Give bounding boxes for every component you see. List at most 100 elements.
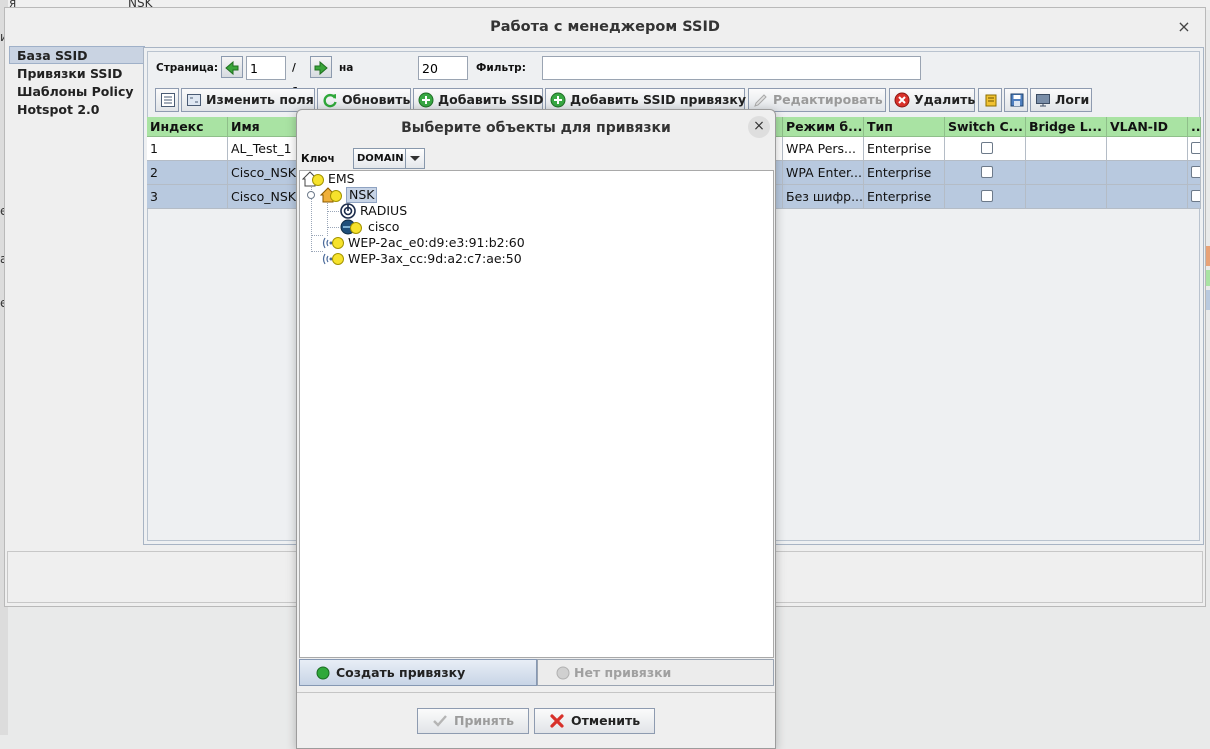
switch-checkbox[interactable]: [980, 166, 993, 178]
prev-page-button[interactable]: [221, 56, 243, 78]
tree-line: [327, 211, 339, 212]
delete-icon: [894, 92, 910, 108]
page-number-input[interactable]: [246, 56, 286, 80]
tree-expander[interactable]: [307, 191, 315, 199]
controller-icon: [340, 219, 362, 235]
per-page-input[interactable]: [418, 56, 468, 80]
tree-label: WEP-3ax_cc:9d:a2:c7:ae:50: [348, 251, 522, 266]
cell-vlan: [1107, 185, 1188, 209]
create-binding-label: Создать привязку: [336, 665, 466, 680]
tree-node-nsk[interactable]: NSK: [320, 187, 520, 203]
column-header-vlan[interactable]: VLAN-ID: [1107, 117, 1188, 137]
cell-type: Enterprise: [864, 137, 945, 161]
next-page-button[interactable]: [310, 56, 332, 78]
cell-more: [1188, 185, 1201, 209]
cell-vlan: [1107, 161, 1188, 185]
delete-button[interactable]: Удалить: [889, 88, 975, 112]
window-close-button[interactable]: ×: [1173, 16, 1195, 38]
column-header-index[interactable]: Индекс: [147, 117, 228, 137]
add-icon: [550, 92, 566, 108]
filter-label: Фильтр:: [476, 62, 526, 74]
more-checkbox[interactable]: [1191, 190, 1200, 202]
cancel-button[interactable]: Отменить: [534, 708, 655, 734]
tree-node-access-point[interactable]: WEP-2ac_e0:d9:e3:91:b2:60: [322, 235, 582, 251]
tree-node-ems[interactable]: EMS: [302, 171, 502, 187]
home-icon: [302, 171, 324, 187]
column-header-switch[interactable]: Switch C...: [945, 117, 1026, 137]
no-binding-label: Нет привязки: [574, 665, 672, 680]
add-ssid-binding-label: Добавить SSID привязку: [570, 92, 747, 107]
access-point-icon: [322, 237, 344, 249]
tree-node-radius[interactable]: RADIUS: [340, 203, 540, 219]
dialog-close-button[interactable]: ×: [748, 116, 770, 138]
cell-switch: [945, 185, 1026, 209]
cell-index: 1: [147, 137, 228, 161]
chevron-down-icon[interactable]: [405, 149, 424, 168]
column-header-type[interactable]: Тип: [864, 117, 945, 137]
cell-bridge: [1026, 137, 1107, 161]
edit-label: Редактировать: [773, 92, 883, 107]
nav-item-hotspot[interactable]: Hotspot 2.0: [9, 100, 145, 118]
edit-fields-button[interactable]: Изменить поля: [181, 88, 315, 112]
refresh-label: Обновить: [342, 92, 411, 107]
cell-vlan: [1107, 137, 1188, 161]
tree-node-access-point[interactable]: WEP-3ax_cc:9d:a2:c7:ae:50: [322, 251, 582, 267]
arrow-left-icon: [225, 60, 239, 76]
columns-button[interactable]: [155, 88, 179, 112]
check-icon: [433, 715, 447, 727]
object-tree: EMS NSK RADIUS cisco WEP-2ac_e0:d9:e3:91…: [299, 170, 774, 658]
logs-label: Логи: [1055, 92, 1090, 107]
tree-line: [327, 227, 339, 228]
key-select-value: DOMAIN: [357, 153, 404, 164]
save-icon: [1010, 93, 1024, 107]
domain-icon: [320, 187, 342, 203]
left-nav: База SSID Привязки SSID Шаблоны Policy H…: [9, 46, 145, 118]
pencil-icon: [754, 94, 767, 107]
accept-button[interactable]: Принять: [417, 708, 529, 734]
select-binding-dialog: Выберите объекты для привязки × Ключ DOM…: [296, 109, 776, 749]
switch-checkbox[interactable]: [980, 142, 993, 154]
save-button[interactable]: [1004, 88, 1028, 112]
binding-mode-toggle: Создать привязку Нет привязки: [299, 659, 774, 686]
delete-label: Удалить: [914, 92, 976, 107]
tool-button[interactable]: [978, 88, 1002, 112]
cell-index: 2: [147, 161, 228, 185]
dialog-title: Выберите объекты для привязки: [401, 120, 671, 136]
key-select[interactable]: DOMAIN: [353, 148, 425, 169]
green-dot-icon: [316, 666, 330, 680]
close-icon: [550, 714, 564, 728]
more-checkbox[interactable]: [1191, 142, 1200, 154]
more-checkbox[interactable]: [1191, 166, 1200, 178]
monitor-icon: [1036, 94, 1050, 107]
column-header-more[interactable]: ...: [1188, 117, 1201, 137]
switch-checkbox[interactable]: [980, 190, 993, 202]
tree-node-cisco[interactable]: cisco: [340, 219, 540, 235]
tree-label: EMS: [328, 171, 355, 186]
tree-label: RADIUS: [360, 203, 408, 218]
no-binding-toggle[interactable]: Нет привязки: [537, 659, 774, 686]
nav-item-policy-templates[interactable]: Шаблоны Policy: [9, 82, 145, 100]
tree-label: cisco: [368, 219, 400, 234]
wrench-icon: [985, 94, 997, 107]
logs-button[interactable]: Логи: [1030, 88, 1092, 112]
create-binding-toggle[interactable]: Создать привязку: [299, 659, 537, 686]
access-point-icon: [322, 253, 344, 265]
nav-item-ssid-bindings[interactable]: Привязки SSID: [9, 64, 145, 82]
nav-item-ssid-base[interactable]: База SSID: [9, 46, 145, 64]
cell-mode: WPA Enter...: [783, 161, 864, 185]
dialog-separator: [297, 692, 775, 693]
grey-dot-icon: [556, 666, 570, 680]
column-header-mode[interactable]: Режим б...: [783, 117, 864, 137]
page-label: Страница:: [156, 62, 219, 74]
column-header-bridge[interactable]: Bridge L...: [1026, 117, 1107, 137]
cell-type: Enterprise: [864, 161, 945, 185]
window-title: Работа с менеджером SSID: [490, 19, 720, 35]
cell-bridge: [1026, 185, 1107, 209]
add-icon: [418, 92, 434, 108]
filter-input[interactable]: [542, 56, 921, 80]
cell-more: [1188, 137, 1201, 161]
cell-more: [1188, 161, 1201, 185]
refresh-icon: [323, 93, 337, 108]
cancel-label: Отменить: [571, 713, 641, 728]
arrow-right-icon: [314, 60, 328, 76]
